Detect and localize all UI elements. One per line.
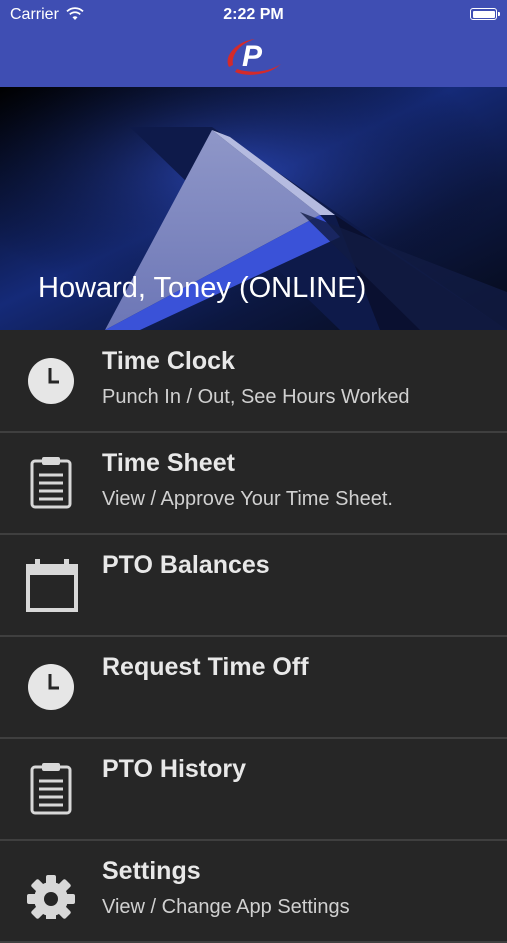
clock-icon	[28, 358, 74, 404]
menu-item-request-time-off[interactable]: Request Time Off	[0, 637, 507, 739]
calendar-icon	[26, 559, 78, 612]
clipboard-icon	[30, 763, 72, 815]
company-logo-icon[interactable]: P	[219, 34, 287, 80]
menu-item-time-sheet[interactable]: Time Sheet View / Approve Your Time Shee…	[0, 433, 507, 535]
menu-item-settings[interactable]: Settings View / Change App Settings	[0, 841, 507, 943]
status-time: 2:22 PM	[223, 6, 284, 23]
menu-item-time-clock[interactable]: Time Clock Punch In / Out, See Hours Wor…	[0, 331, 507, 433]
menu-item-title: PTO History	[102, 755, 247, 783]
clipboard-icon	[30, 457, 72, 509]
gear-icon	[27, 875, 75, 919]
menu-item-pto-balances[interactable]: PTO Balances	[0, 535, 507, 637]
main-menu: Time Clock Punch In / Out, See Hours Wor…	[0, 331, 507, 943]
top-navigation-bar: Carrier 2:22 PM P	[0, 0, 507, 87]
menu-item-pto-history[interactable]: PTO History	[0, 739, 507, 841]
menu-item-subtitle: Punch In / Out, See Hours Worked	[102, 386, 410, 408]
menu-item-title: PTO Balances	[102, 551, 270, 579]
battery-icon	[470, 8, 500, 20]
user-status-label: Howard, Toney (ONLINE)	[38, 272, 367, 304]
profile-banner: Howard, Toney (ONLINE)	[0, 87, 507, 330]
clock-icon	[28, 664, 74, 710]
menu-item-title: Settings	[102, 857, 201, 885]
menu-item-subtitle: View / Change App Settings	[102, 896, 350, 918]
menu-item-title: Request Time Off	[102, 653, 309, 681]
menu-item-subtitle: View / Approve Your Time Sheet.	[102, 488, 393, 510]
svg-text:P: P	[242, 40, 263, 73]
status-bar: Carrier 2:22 PM	[0, 0, 507, 30]
menu-item-title: Time Sheet	[102, 449, 235, 477]
menu-item-title: Time Clock	[102, 347, 235, 375]
